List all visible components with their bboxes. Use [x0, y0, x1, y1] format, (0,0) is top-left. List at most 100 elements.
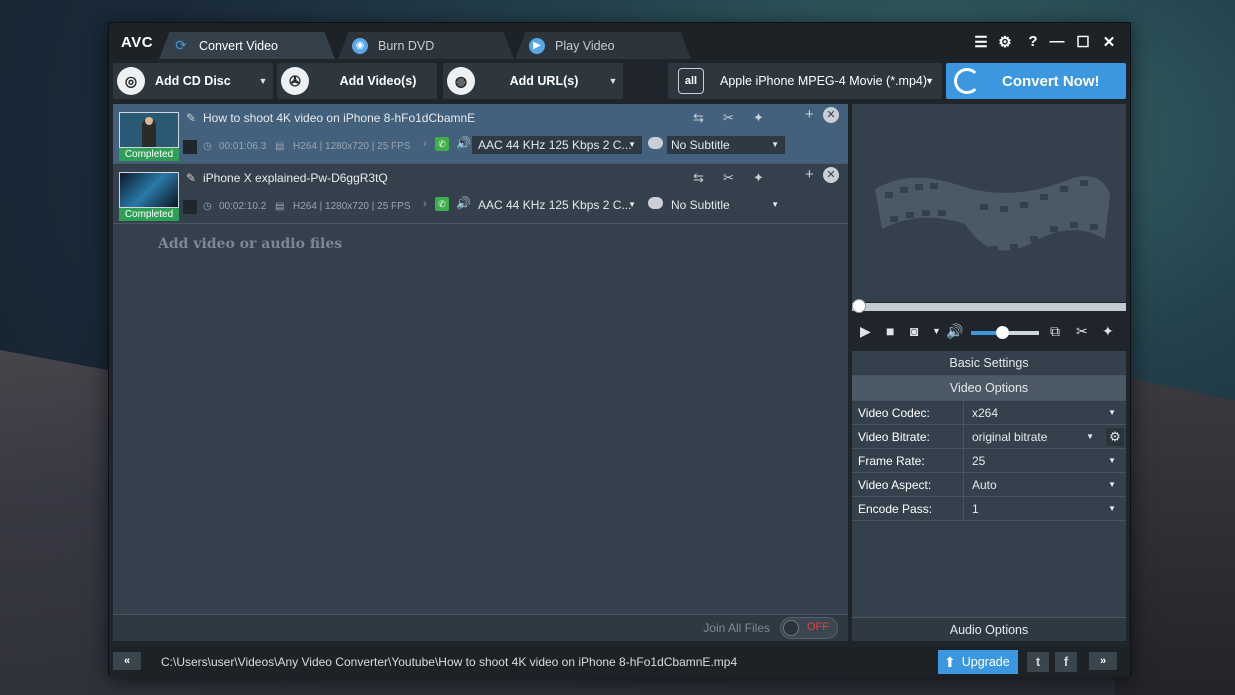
audio-track-select[interactable]: AAC 44 KHz 125 Kbps 2 C... ▼: [472, 136, 642, 154]
chevron-down-icon: ▼: [1108, 480, 1116, 489]
convert-now-button[interactable]: Convert Now!: [946, 63, 1126, 99]
chevron-down-icon[interactable]: ▼: [253, 76, 273, 86]
facebook-icon[interactable]: f: [1055, 652, 1077, 672]
seek-bar[interactable]: [852, 299, 1126, 313]
subtitle-label: No Subtitle: [671, 138, 730, 152]
setting-row-video-codec[interactable]: Video Codec: x264 ▼: [852, 401, 1126, 425]
add-videos-label: Add Video(s): [339, 74, 417, 88]
remove-icon[interactable]: ✕: [823, 167, 839, 183]
video-thumbnail[interactable]: [119, 172, 179, 208]
add-url-label: Add URL(s): [509, 74, 579, 88]
file-row[interactable]: Completed ✎ How to shoot 4K video on iPh…: [113, 104, 848, 164]
audio-options-header[interactable]: Audio Options: [852, 617, 1126, 641]
setting-value[interactable]: 25 ▼: [964, 449, 1126, 472]
gear-icon[interactable]: ⚙: [995, 33, 1015, 51]
file-row[interactable]: Completed ✎ iPhone X explained-Pw-D6ggR3…: [113, 164, 848, 224]
video-thumbnail[interactable]: [119, 112, 179, 148]
play-circle-icon: ▶: [529, 37, 545, 54]
setting-row-encode-pass[interactable]: Encode Pass: 1 ▼: [852, 497, 1126, 521]
plus-icon[interactable]: +: [805, 166, 814, 183]
upgrade-button[interactable]: ⬆ Upgrade: [938, 650, 1018, 674]
setting-value[interactable]: original bitrate ▼ ⚙: [964, 425, 1126, 448]
video-options-header[interactable]: Video Options: [852, 376, 1126, 401]
plus-icon[interactable]: +: [805, 106, 814, 123]
collapse-button[interactable]: «: [113, 652, 141, 670]
setting-row-frame-rate[interactable]: Frame Rate: 25 ▼: [852, 449, 1126, 473]
camera-icon[interactable]: ◙: [910, 323, 918, 339]
volume-handle[interactable]: [995, 326, 1009, 339]
play-icon[interactable]: ▶: [860, 323, 871, 340]
setting-value[interactable]: x264 ▼: [964, 401, 1126, 424]
refresh-icon[interactable]: ⇆: [693, 170, 704, 186]
output-profile-select[interactable]: all Apple iPhone MPEG-4 Movie (*.mp4) ▼: [668, 63, 942, 99]
gear-icon[interactable]: ⚙: [1106, 428, 1124, 446]
tab-burn-dvd[interactable]: ◉ Burn DVD: [338, 32, 514, 59]
tab-play-video[interactable]: ▶ Play Video: [515, 32, 691, 59]
output-path: C:\Users\user\Videos\Any Video Converter…: [161, 655, 738, 669]
stop-icon[interactable]: ■: [886, 323, 894, 339]
scissors-icon[interactable]: ✂: [723, 110, 734, 126]
seek-handle[interactable]: [852, 299, 866, 313]
chevron-down-icon[interactable]: ▼: [932, 326, 941, 336]
setting-key: Video Codec:: [852, 401, 964, 424]
help-button[interactable]: ?: [1023, 33, 1043, 50]
tab-convert-video[interactable]: ⟳ Convert Video: [159, 32, 335, 59]
file-list[interactable]: Completed ✎ How to shoot 4K video on iPh…: [113, 104, 848, 614]
file-name[interactable]: How to shoot 4K video on iPhone 8-hFo1dC…: [203, 111, 475, 125]
refresh-icon[interactable]: ⇆: [693, 110, 704, 126]
magic-wand-icon[interactable]: ✦: [1102, 323, 1114, 340]
pencil-icon[interactable]: ✎: [186, 111, 196, 125]
upgrade-label: Upgrade: [961, 655, 1010, 669]
chevron-down-icon[interactable]: ▼: [603, 76, 623, 86]
setting-value[interactable]: 1 ▼: [964, 497, 1126, 520]
settings-panel: Basic Settings Video Options Video Codec…: [852, 351, 1126, 641]
add-cd-button[interactable]: ◎ Add CD Disc ▼: [113, 63, 273, 99]
arrow-right-icon: ›: [423, 138, 427, 150]
setting-key: Frame Rate:: [852, 449, 964, 472]
setting-row-video-bitrate[interactable]: Video Bitrate: original bitrate ▼ ⚙: [852, 425, 1126, 449]
audio-track-select[interactable]: AAC 44 KHz 125 Kbps 2 C... ▼: [472, 196, 642, 214]
add-files-hint[interactable]: Add video or audio files: [158, 236, 342, 252]
twitter-icon[interactable]: t: [1027, 652, 1049, 672]
tab-label: Convert Video: [199, 38, 278, 53]
arrow-right-icon: ›: [423, 198, 427, 210]
expand-button[interactable]: »: [1089, 652, 1117, 670]
subtitle-select[interactable]: No Subtitle ▼: [667, 196, 785, 214]
profile-label: Apple iPhone MPEG-4 Movie (*.mp4): [720, 74, 928, 88]
minimize-icon[interactable]: —: [1047, 33, 1067, 50]
video-info: H264 | 1280x720 | 25 FPS: [293, 141, 411, 152]
status-badge: Completed: [119, 148, 179, 161]
remove-icon[interactable]: ✕: [823, 107, 839, 123]
film-add-icon: ✇: [281, 67, 309, 95]
close-icon[interactable]: ✕: [1099, 33, 1119, 51]
join-toggle[interactable]: OFF: [780, 617, 838, 639]
subtitle-select[interactable]: No Subtitle ▼: [667, 136, 785, 154]
scissors-icon[interactable]: ✂: [1076, 323, 1088, 340]
maximize-icon[interactable]: ☐: [1073, 33, 1093, 51]
magic-wand-icon[interactable]: ✦: [753, 170, 764, 186]
scissors-icon[interactable]: ✂: [723, 170, 734, 186]
volume-slider[interactable]: [971, 326, 1039, 339]
setting-value-text: Auto: [972, 478, 997, 492]
thumbnail-checkbox[interactable]: [183, 200, 197, 214]
file-name[interactable]: iPhone X explained-Pw-D6ggR3tQ: [203, 171, 388, 185]
speaker-icon[interactable]: 🔊: [946, 323, 963, 340]
register-icon[interactable]: ☰: [971, 33, 991, 51]
tab-label: Burn DVD: [378, 38, 435, 53]
speaker-icon: 🔊: [456, 196, 471, 210]
magic-wand-icon[interactable]: ✦: [753, 110, 764, 126]
crop-icon[interactable]: ⧉: [1050, 323, 1060, 340]
pencil-icon[interactable]: ✎: [186, 171, 196, 185]
add-videos-button[interactable]: ✇ Add Video(s): [277, 63, 437, 99]
basic-settings-header[interactable]: Basic Settings: [852, 351, 1126, 376]
setting-value[interactable]: Auto ▼: [964, 473, 1126, 496]
thumbnail-checkbox[interactable]: [183, 140, 197, 154]
setting-row-video-aspect[interactable]: Video Aspect: Auto ▼: [852, 473, 1126, 497]
chevron-down-icon: ▼: [1108, 504, 1116, 513]
subtitle-label: No Subtitle: [671, 198, 730, 212]
video-info: H264 | 1280x720 | 25 FPS: [293, 201, 411, 212]
tab-label: Play Video: [555, 38, 615, 53]
add-url-button[interactable]: ◍ Add URL(s) ▼: [443, 63, 623, 99]
clock-icon: ◷: [203, 201, 212, 212]
background-mountain: [1115, 375, 1235, 695]
